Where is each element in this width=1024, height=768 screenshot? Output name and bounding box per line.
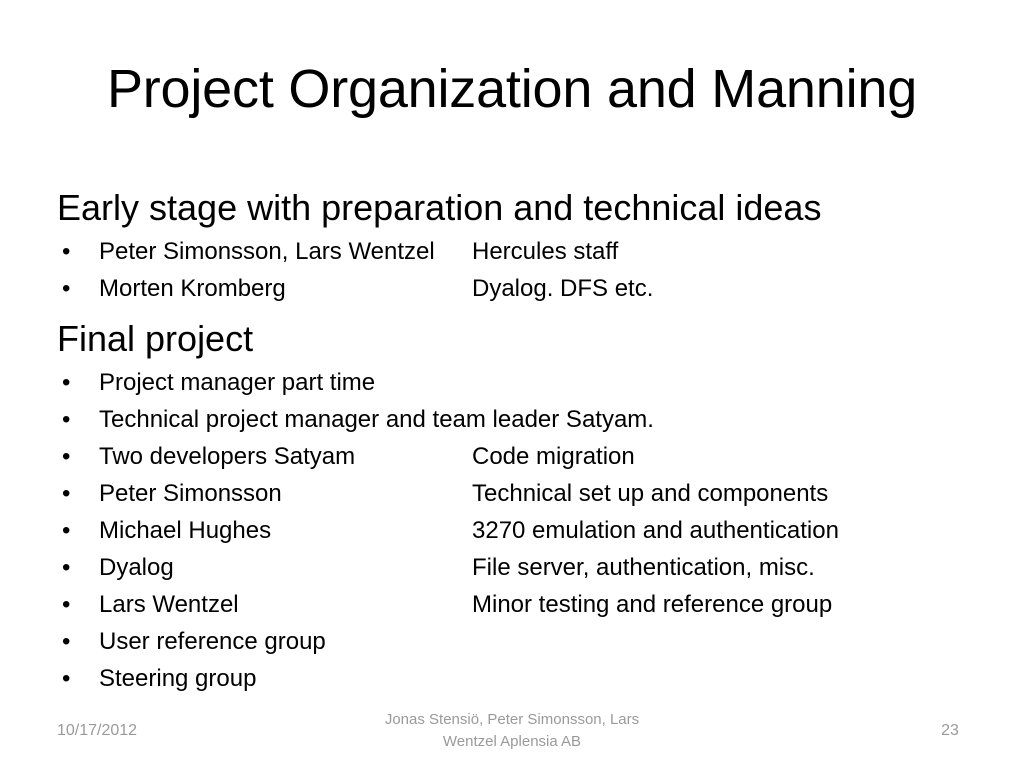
section-early-stage: Early stage with preparation and technic… [57, 186, 982, 307]
list-item-primary: Dyalog [99, 554, 174, 581]
list-item: • Project manager part time [57, 364, 982, 401]
list-item: • Peter Simonsson, Lars Wentzel Hercules… [57, 233, 982, 270]
footer-date: 10/17/2012 [57, 722, 138, 739]
footer-attribution: Jonas Stensiö, Peter Simonsson, Lars Wen… [384, 711, 640, 750]
bullet-icon: • [62, 238, 71, 265]
list-item: • Technical project manager and team lea… [57, 401, 982, 438]
list-item-primary: User reference group [99, 628, 326, 655]
list-item-primary: Steering group [99, 665, 257, 692]
slide-number: 23 [941, 722, 959, 739]
bullet-icon: • [62, 628, 71, 655]
list-item: • User reference group [57, 623, 982, 660]
list-item: • Michael Hughes 3270 emulation and auth… [57, 512, 982, 549]
list-item-primary: Project manager part time [99, 369, 376, 396]
list-item-secondary: Code migration [472, 443, 635, 470]
bullet-icon: • [62, 369, 71, 396]
bullet-icon: • [62, 665, 71, 692]
list-item: • Dyalog File server, authentication, mi… [57, 549, 982, 586]
list-item-primary: Two developers Satyam [99, 443, 356, 470]
page-title: Project Organization and Manning [106, 59, 918, 119]
bullet-list: • Project manager part time • Technical … [57, 364, 982, 697]
list-item-secondary: Technical set up and components [472, 480, 829, 507]
section-heading: Final project [57, 318, 254, 359]
list-item-secondary: 3270 emulation and authentication [472, 517, 839, 544]
list-item-primary: Peter Simonsson, Lars Wentzel [99, 238, 435, 265]
list-item-primary: Michael Hughes [99, 517, 272, 544]
list-item: • Steering group [57, 660, 982, 697]
list-item-secondary: Dyalog. DFS etc. [472, 275, 654, 302]
bullet-icon: • [62, 443, 71, 470]
bullet-icon: • [62, 480, 71, 507]
list-item-secondary: Minor testing and reference group [472, 591, 833, 618]
list-item: • Lars Wentzel Minor testing and referen… [57, 586, 982, 623]
section-final-project: Final project • Project manager part tim… [57, 317, 982, 697]
slide-body: Early stage with preparation and technic… [57, 186, 982, 697]
list-item: • Two developers Satyam Code migration [57, 438, 982, 475]
bullet-icon: • [62, 406, 71, 433]
bullet-icon: • [62, 554, 71, 581]
bullet-icon: • [62, 591, 71, 618]
bullet-icon: • [62, 275, 71, 302]
bullet-icon: • [62, 517, 71, 544]
section-heading: Early stage with preparation and technic… [57, 187, 822, 228]
list-item: • Peter Simonsson Technical set up and c… [57, 475, 982, 512]
list-item-primary: Technical project manager and team leade… [99, 406, 654, 433]
list-item-secondary: File server, authentication, misc. [472, 554, 815, 581]
list-item: • Morten Kromberg Dyalog. DFS etc. [57, 270, 982, 307]
list-item-primary: Peter Simonsson [99, 480, 282, 507]
list-item-secondary: Hercules staff [472, 238, 619, 265]
list-item-primary: Morten Kromberg [99, 275, 286, 302]
slide-canvas: Project Organization and Manning Early s… [0, 0, 1024, 768]
bullet-list: • Peter Simonsson, Lars Wentzel Hercules… [57, 233, 982, 307]
list-item-primary: Lars Wentzel [99, 591, 239, 618]
